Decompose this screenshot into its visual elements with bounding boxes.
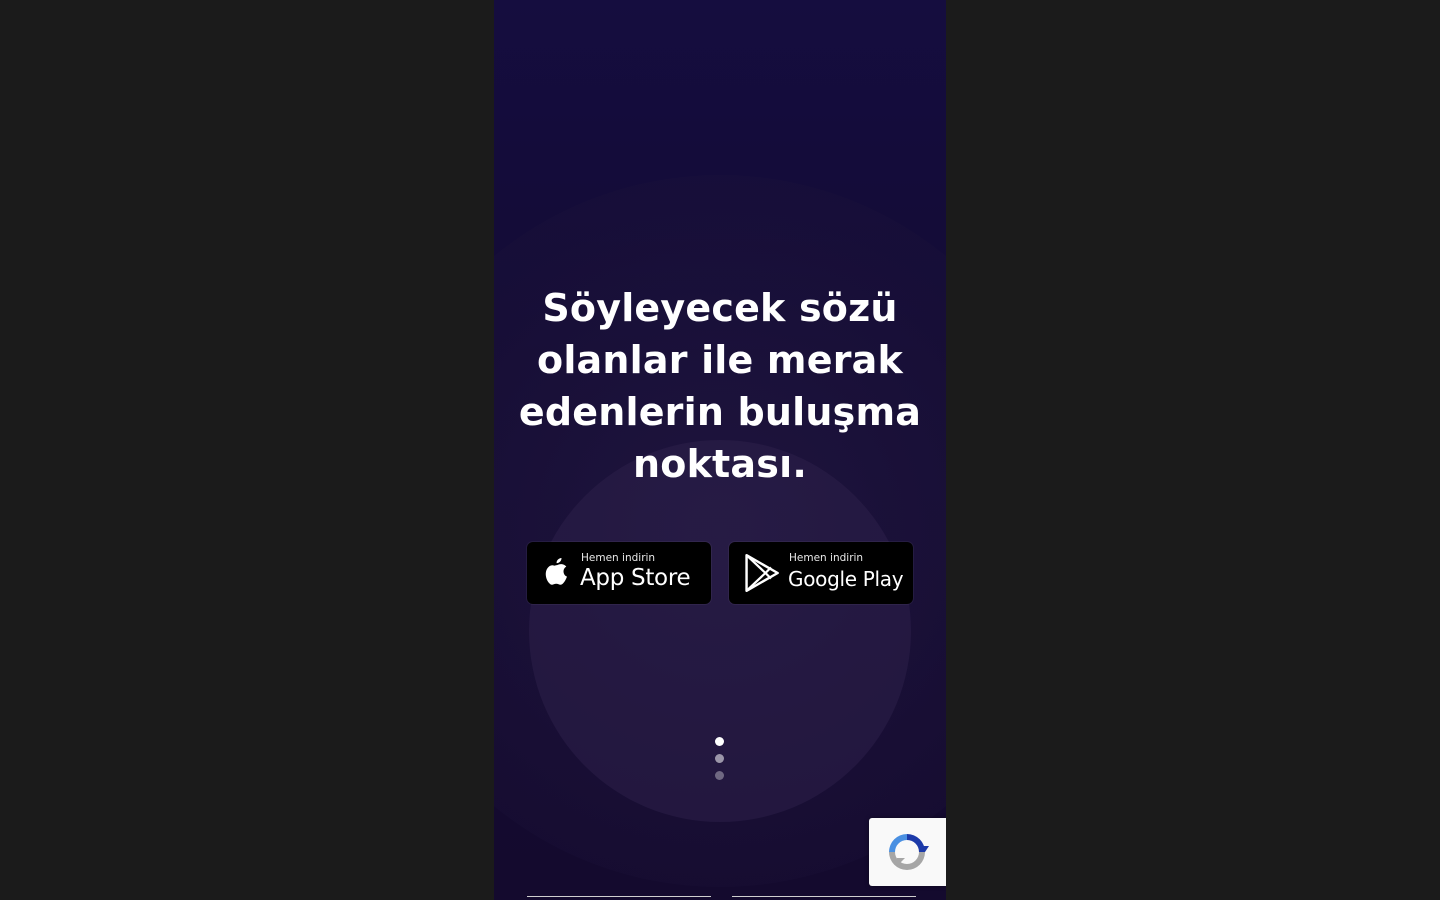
mobile-viewport: Söyleyecek sözü olanlar ile merak edenle… <box>494 0 946 900</box>
recaptcha-badge[interactable] <box>869 818 946 886</box>
carousel-dot-3[interactable] <box>715 771 724 780</box>
google-play-icon <box>745 554 779 592</box>
google-play-small-label: Hemen indirin <box>789 552 864 564</box>
bottom-divider-left <box>527 896 711 900</box>
carousel-dots <box>715 737 725 788</box>
app-store-small-label: Hemen indirin <box>581 552 656 564</box>
hero-headline: Söyleyecek sözü olanlar ile merak edenle… <box>518 286 922 486</box>
apple-icon <box>545 558 567 585</box>
google-play-button[interactable]: Hemen indirin Google Play <box>729 542 913 604</box>
app-store-button[interactable]: Hemen indirin App Store <box>527 542 711 604</box>
carousel-dot-2[interactable] <box>715 754 724 763</box>
google-play-big-label: Google Play <box>788 567 904 591</box>
app-store-big-label: App Store <box>580 565 691 591</box>
recaptcha-icon <box>889 834 929 870</box>
carousel-dot-1[interactable] <box>715 737 724 746</box>
bottom-divider-right <box>732 896 916 900</box>
